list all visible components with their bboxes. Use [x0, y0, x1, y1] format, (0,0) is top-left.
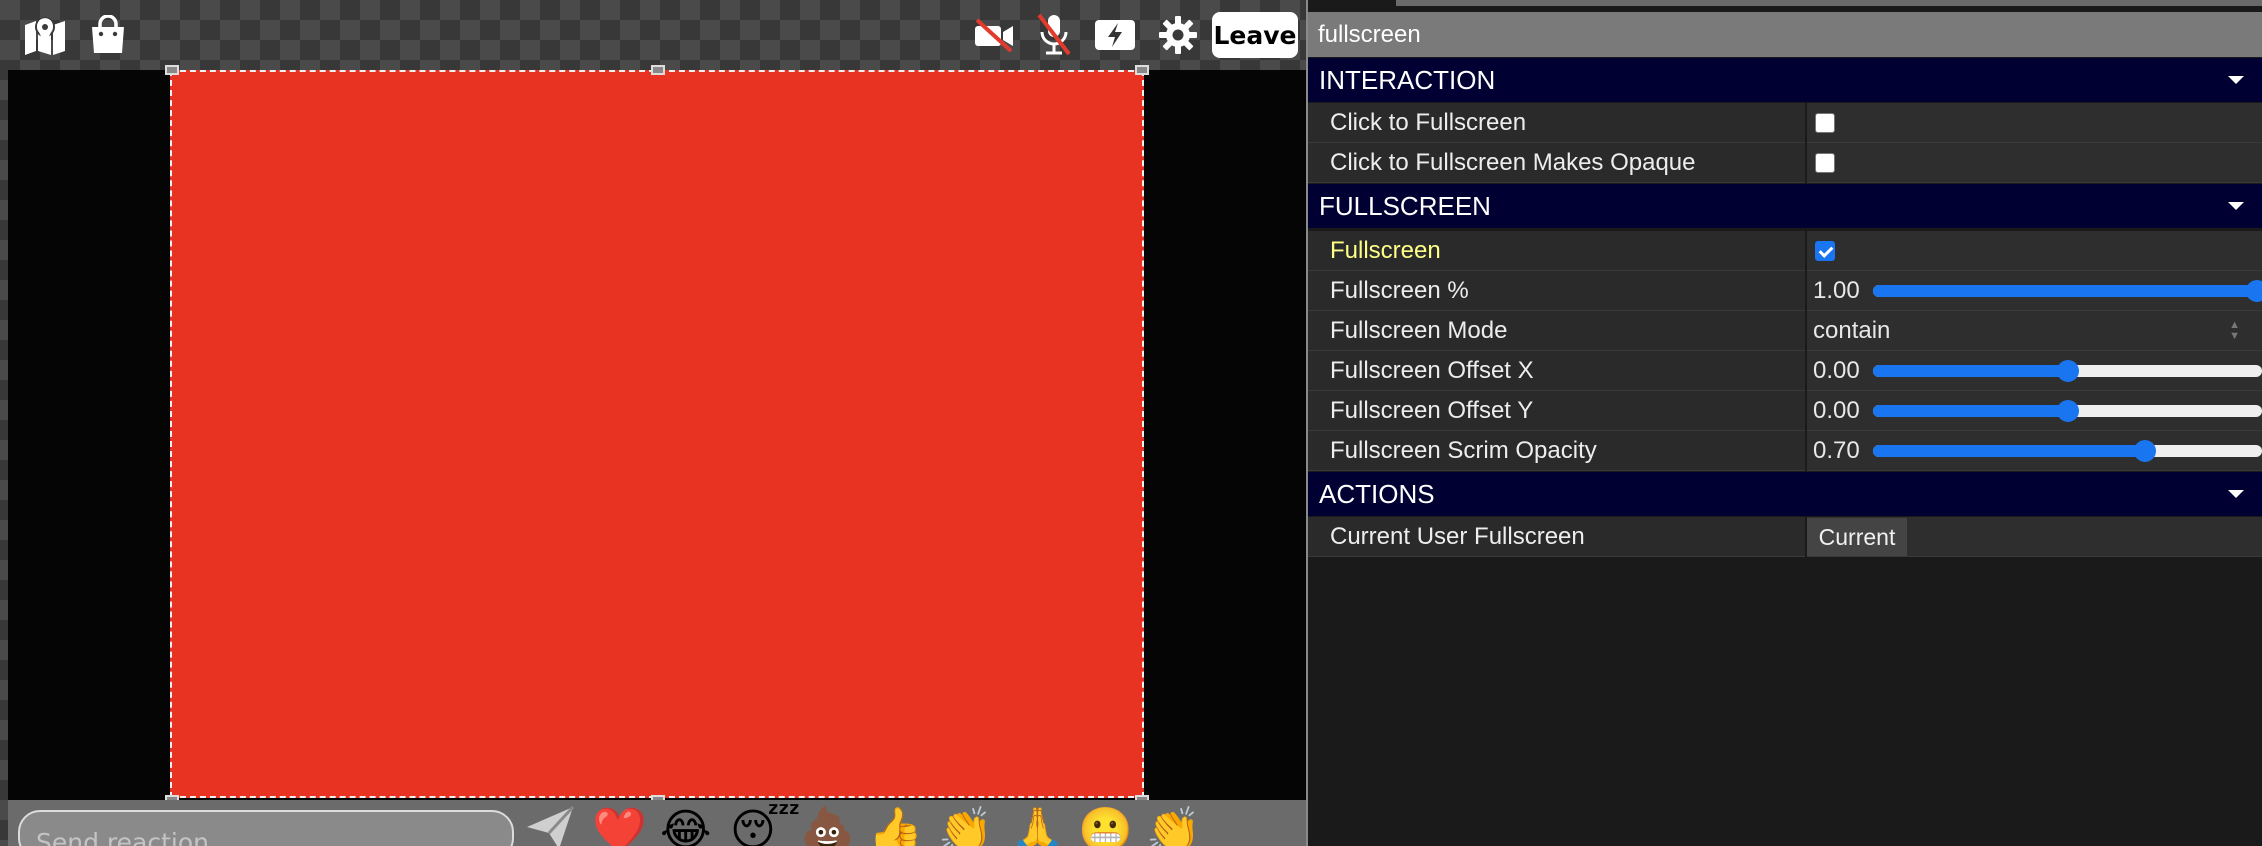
microphone-off-icon[interactable] — [1032, 10, 1076, 58]
click-to-fullscreen-checkbox[interactable] — [1815, 113, 1835, 133]
fullscreen-scrim-opacity-value: 0.70 — [1813, 437, 1860, 464]
fullscreen-offset-y-value: 0.00 — [1813, 397, 1860, 424]
app-window: Leave ❤️ 😂 😴 💩 👍 👏 🙏 😬 👏 fullscreen INTE… — [0, 0, 2262, 846]
send-icon[interactable] — [520, 805, 580, 846]
gear-icon[interactable] — [1155, 12, 1201, 58]
caret-down-icon[interactable] — [2228, 76, 2244, 84]
reaction-pray[interactable]: 🙏 — [1010, 806, 1065, 846]
properties-panel: fullscreen INTERACTION Click to Fullscre… — [1308, 0, 2262, 846]
leave-button[interactable]: Leave — [1212, 12, 1298, 58]
fullscreen-percent-slider[interactable] — [1873, 280, 2262, 302]
row-click-to-fullscreen: Click to Fullscreen — [1308, 103, 2262, 143]
row-fullscreen-percent: Fullscreen % 1.00 — [1308, 271, 2262, 311]
fullscreen-percent-value: 1.00 — [1813, 277, 1860, 304]
fullscreen-mode-select[interactable]: contain ▲ ▼ — [1807, 311, 2262, 350]
stage-canvas: Leave ❤️ 😂 😴 💩 👍 👏 🙏 😬 👏 — [0, 0, 1306, 846]
section-interaction[interactable]: INTERACTION — [1308, 58, 2262, 102]
fullscreen-offset-x-label: Fullscreen Offset X — [1330, 357, 1534, 384]
lightning-icon[interactable] — [1092, 14, 1138, 56]
reaction-poop[interactable]: 💩 — [800, 806, 855, 846]
fullscreen-scrim-opacity-label: Fullscreen Scrim Opacity — [1330, 437, 1597, 464]
reaction-grimace[interactable]: 😬 — [1078, 806, 1133, 846]
reaction-clap-2[interactable]: 👏 — [1146, 806, 1201, 846]
row-fullscreen-scrim-opacity: Fullscreen Scrim Opacity 0.70 — [1308, 431, 2262, 471]
current-user-fullscreen-button[interactable]: Current — [1807, 518, 1907, 556]
fullscreen-mode-label: Fullscreen Mode — [1330, 317, 1508, 344]
reaction-input[interactable] — [18, 810, 514, 846]
section-fullscreen-title: FULLSCREEN — [1319, 191, 1491, 221]
fullscreen-offset-x-slider[interactable] — [1873, 360, 2262, 382]
fullscreen-percent-label: Fullscreen % — [1330, 277, 1469, 304]
click-to-fullscreen-label: Click to Fullscreen — [1330, 109, 1527, 136]
click-to-fullscreen-opaque-label: Click to Fullscreen Makes Opaque — [1330, 149, 1696, 176]
row-fullscreen-offset-x: Fullscreen Offset X 0.00 — [1308, 351, 2262, 391]
row-fullscreen: Fullscreen — [1308, 231, 2262, 271]
reaction-sleepy[interactable]: 😴 — [730, 806, 801, 846]
fullscreen-mode-value: contain — [1813, 317, 1891, 344]
fullscreen-offset-x-value: 0.00 — [1813, 357, 1860, 384]
shopping-bag-icon[interactable] — [86, 12, 130, 58]
section-interaction-title: INTERACTION — [1319, 65, 1496, 95]
resize-handle-top-left[interactable] — [165, 65, 179, 75]
panel-scrollbar[interactable] — [1396, 0, 2262, 6]
click-to-fullscreen-opaque-checkbox[interactable] — [1815, 153, 1835, 173]
fullscreen-offset-y-label: Fullscreen Offset Y — [1330, 397, 1534, 424]
reaction-thumbs-up[interactable]: 👍 — [868, 806, 923, 846]
camera-off-icon[interactable] — [972, 12, 1016, 58]
section-actions[interactable]: ACTIONS — [1308, 472, 2262, 516]
caret-down-icon[interactable] — [2228, 490, 2244, 498]
fullscreen-checkbox[interactable] — [1815, 241, 1835, 261]
row-fullscreen-offset-y: Fullscreen Offset Y 0.00 — [1308, 391, 2262, 431]
selected-red-frame[interactable] — [170, 70, 1144, 798]
current-user-fullscreen-label: Current User Fullscreen — [1330, 523, 1585, 550]
panel-title: fullscreen — [1308, 12, 2262, 57]
fullscreen-label: Fullscreen — [1330, 237, 1441, 264]
resize-handle-top-right[interactable] — [1135, 65, 1149, 75]
fullscreen-offset-y-slider[interactable] — [1873, 400, 2262, 422]
section-fullscreen[interactable]: FULLSCREEN — [1308, 184, 2262, 228]
reaction-laugh[interactable]: 😂 — [660, 806, 711, 846]
row-click-to-fullscreen-opaque: Click to Fullscreen Makes Opaque — [1308, 143, 2262, 183]
reaction-clap[interactable]: 👏 — [938, 806, 993, 846]
caret-down-icon[interactable] — [2228, 202, 2244, 210]
map-icon[interactable] — [22, 12, 68, 58]
row-fullscreen-mode: Fullscreen Mode contain ▲ ▼ — [1308, 311, 2262, 351]
row-current-user-fullscreen: Current User Fullscreen Current — [1308, 517, 2262, 557]
reaction-heart[interactable]: ❤️ — [592, 806, 647, 846]
section-actions-title: ACTIONS — [1319, 479, 1435, 509]
fullscreen-scrim-opacity-slider[interactable] — [1873, 440, 2262, 462]
select-arrows-icon: ▲ ▼ — [2229, 319, 2240, 342]
resize-handle-top-center[interactable] — [651, 65, 665, 75]
